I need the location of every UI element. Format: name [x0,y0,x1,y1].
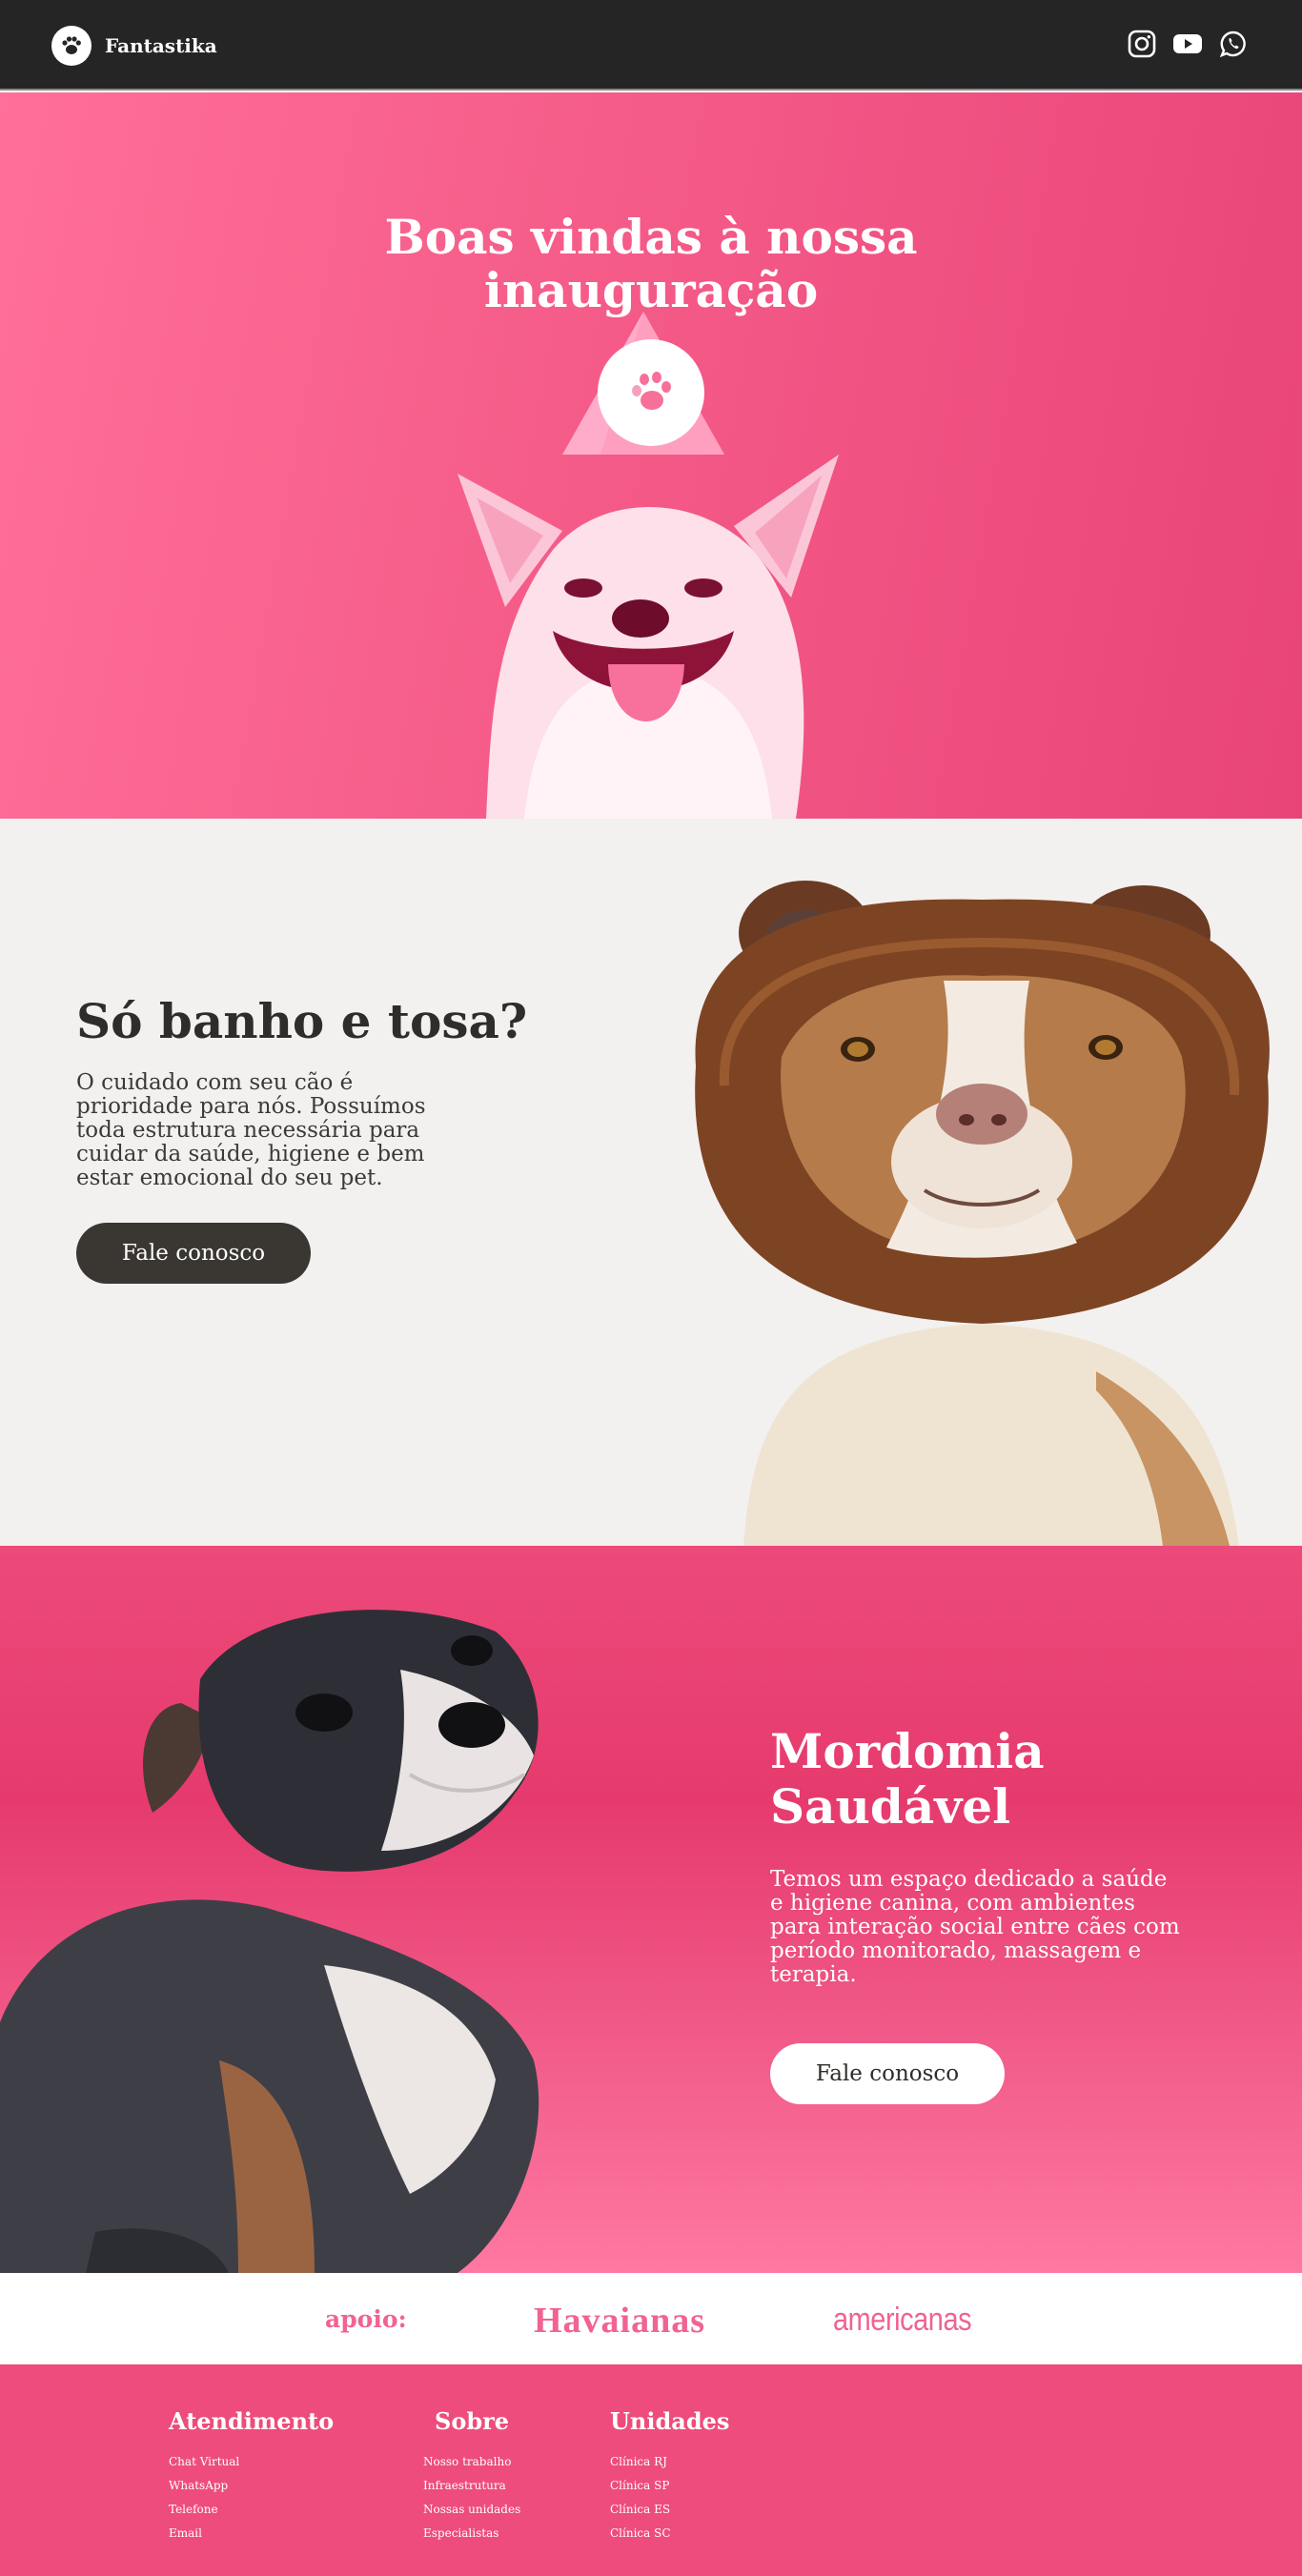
sponsors-bar: apoio: Havaianas americanas [0,2273,1302,2364]
hero-title: Boas vindas à nossa inauguração [317,211,985,317]
youtube-icon[interactable] [1171,28,1204,60]
footer-link[interactable]: Clínica SP [610,2474,729,2498]
spa-title: Mordomia Saudável [770,1723,1045,1835]
footer-link[interactable]: Clínica RJ [610,2450,729,2474]
care-section: Só banho e tosa? O cuidado com seu cão é… [0,819,1302,1546]
footer-link[interactable]: Especialistas [423,2522,520,2546]
footer-link[interactable]: Chat Virtual [169,2450,334,2474]
paw-icon [598,339,704,446]
footer-link[interactable]: Clínica SC [610,2522,729,2546]
contact-button-2[interactable]: Fale conosco [770,2043,1005,2104]
footer-link[interactable]: Nosso trabalho [423,2450,520,2474]
hero-section: Boas vindas à nossa inauguração [0,92,1302,819]
havaianas-logo[interactable]: Havaianas [534,2300,705,2342]
care-title: Só banho e tosa? [76,993,528,1049]
whatsapp-icon[interactable] [1217,28,1250,60]
paw-icon [51,26,92,66]
footer-column-atendimento: Atendimento Chat Virtual WhatsApp Telefo… [169,2407,334,2546]
care-text: O cuidado com seu cão é prioridade para … [76,1070,426,1190]
hero-title-line-1: Boas vindas à nossa [384,209,918,265]
site-header: Fantastika [0,0,1302,91]
footer-column-title: Unidades [610,2407,730,2435]
footer-link[interactable]: Infraestrutura [423,2474,520,2498]
brand-name: Fantastika [105,34,217,57]
footer-column-title: Atendimento [169,2407,335,2435]
footer-link[interactable]: Email [169,2522,334,2546]
sponsors-label: apoio: [325,2305,407,2333]
instagram-icon[interactable] [1126,28,1158,60]
footer-link[interactable]: Telefone [169,2498,334,2522]
footer-column-title: Sobre [435,2407,510,2435]
social-links [1126,28,1250,60]
contact-button[interactable]: Fale conosco [76,1223,311,1284]
hero-title-line-2: inauguração [483,262,819,318]
footer-link[interactable]: Clínica ES [610,2498,729,2522]
footer-link[interactable]: Nossas unidades [423,2498,520,2522]
bear-hat-dog-image [695,881,1270,1546]
site-footer: Atendimento Chat Virtual WhatsApp Telefo… [0,2364,1302,2576]
spa-section: Mordomia Saudável Temos um espaço dedica… [0,1546,1302,2273]
footer-link[interactable]: WhatsApp [169,2474,334,2498]
chihuahua-image [0,1610,539,2273]
brand[interactable]: Fantastika [51,26,217,66]
footer-column-sobre: Sobre Nosso trabalho Infraestrutura Noss… [423,2407,520,2546]
spa-text: Temos um espaço dedicado a saúde e higie… [770,1867,1180,1987]
americanas-logo[interactable]: americanas [833,2302,972,2339]
footer-column-unidades: Unidades Clínica RJ Clínica SP Clínica E… [610,2407,729,2546]
